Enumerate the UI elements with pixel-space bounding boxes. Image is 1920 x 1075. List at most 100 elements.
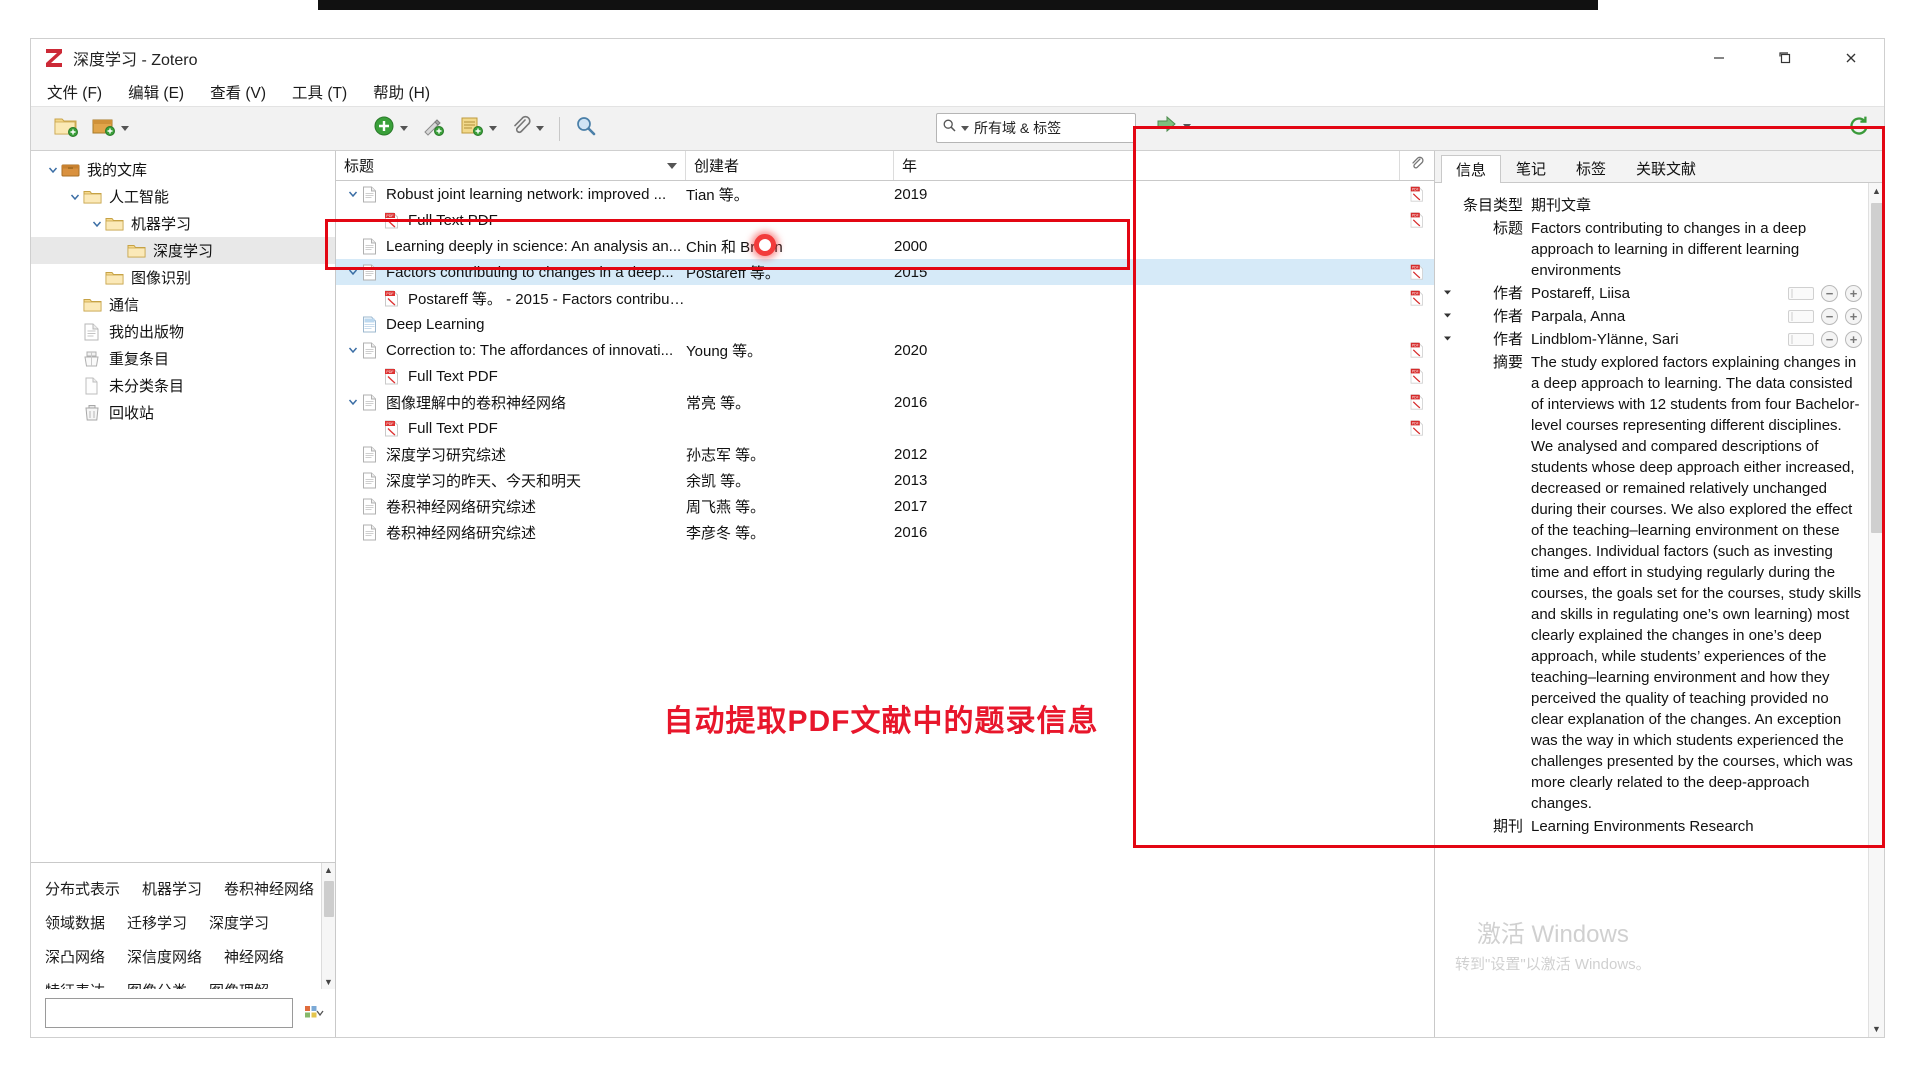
table-row[interactable]: 卷积神经网络研究综述 周飞燕 等。 2017 [336, 493, 1434, 519]
sidebar-item-image-recognition[interactable]: 图像识别 [31, 264, 335, 291]
sidebar-item-my-library[interactable]: 我的文库 [31, 156, 335, 183]
creator-mode-toggle[interactable] [1788, 287, 1814, 300]
creator-options-icon[interactable] [1439, 283, 1455, 304]
sidebar-item-ml[interactable]: 机器学习 [31, 210, 335, 237]
remove-creator-button[interactable]: − [1821, 308, 1838, 325]
chevron-down-icon[interactable] [344, 189, 362, 199]
advanced-search-button[interactable] [571, 113, 601, 145]
tag-chip[interactable]: 卷积神经网络 [224, 878, 314, 899]
scroll-up-icon[interactable]: ▲ [324, 863, 333, 877]
field-value[interactable]: Factors contributing to changes in a dee… [1531, 218, 1862, 281]
tab-tags[interactable]: 标签 [1561, 154, 1621, 182]
menu-help[interactable]: 帮助 (H) [371, 79, 432, 105]
table-row[interactable]: PDF Full Text PDF PDF [336, 207, 1434, 233]
tab-info[interactable]: 信息 [1441, 155, 1502, 183]
menu-file[interactable]: 文件 (F) [45, 79, 104, 105]
tag-chip[interactable]: 特征表达 [45, 980, 105, 990]
chevron-down-icon[interactable] [344, 345, 362, 355]
info-scrollbar[interactable]: ▲ ▼ [1868, 183, 1884, 1037]
column-creator[interactable]: 创建者 [686, 151, 894, 180]
creator-mode-toggle[interactable] [1788, 310, 1814, 323]
scroll-thumb[interactable] [1871, 203, 1883, 533]
sidebar-item-my-publications[interactable]: 我的出版物 [31, 318, 335, 345]
tag-chip[interactable]: 深凸网络 [45, 946, 105, 967]
new-note-button[interactable] [456, 113, 501, 145]
table-row[interactable]: Deep Learning [336, 311, 1434, 337]
sync-button[interactable] [1848, 115, 1870, 142]
tab-notes[interactable]: 笔记 [1501, 154, 1561, 182]
minimize-button[interactable] [1686, 39, 1752, 77]
tag-chip[interactable]: 神经网络 [224, 946, 284, 967]
field-value[interactable]: Postareff, Liisa [1531, 283, 1782, 304]
tag-chip[interactable]: 分布式表示 [45, 878, 120, 899]
chevron-down-icon[interactable] [344, 397, 362, 407]
search-scope-chevron-icon[interactable] [961, 125, 969, 131]
tag-scrollbar[interactable]: ▲ ▼ [321, 863, 335, 989]
tag-chip[interactable]: 迁移学习 [127, 912, 187, 933]
sidebar-item-ai[interactable]: 人工智能 [31, 183, 335, 210]
menu-edit[interactable]: 编辑 (E) [126, 79, 186, 105]
add-creator-button[interactable]: + [1845, 308, 1862, 325]
scroll-down-icon[interactable]: ▼ [324, 975, 333, 989]
items-list[interactable]: Robust joint learning network: improved … [336, 181, 1434, 1037]
field-value[interactable]: Learning Environments Research [1531, 816, 1862, 837]
chevron-down-icon[interactable] [89, 219, 105, 229]
table-row[interactable]: 卷积神经网络研究综述 李彦冬 等。 2016 [336, 519, 1434, 545]
add-by-identifier-button[interactable] [418, 113, 450, 145]
field-value[interactable]: The study explored factors explaining ch… [1531, 352, 1862, 814]
table-row[interactable]: Factors contributing to changes in a dee… [336, 259, 1434, 285]
chevron-down-icon[interactable] [67, 192, 83, 202]
sidebar-item-trash[interactable]: 回收站 [31, 399, 335, 426]
tag-chip[interactable]: 图像理解 [209, 980, 269, 990]
sidebar-item-communication[interactable]: 通信 [31, 291, 335, 318]
field-value[interactable]: 期刊文章 [1531, 195, 1862, 216]
add-creator-button[interactable]: + [1845, 285, 1862, 302]
locate-button[interactable] [1156, 115, 1191, 138]
sidebar-item-unfiled[interactable]: 未分类条目 [31, 372, 335, 399]
tag-filter-input[interactable] [45, 998, 293, 1028]
column-attachment[interactable] [1400, 151, 1434, 180]
scroll-down-icon[interactable]: ▼ [1869, 1021, 1884, 1037]
creator-mode-toggle[interactable] [1788, 333, 1814, 346]
tag-chip[interactable]: 深度学习 [209, 912, 269, 933]
new-collection-button[interactable] [50, 113, 82, 145]
search-input[interactable]: 所有域 & 标签 [974, 118, 1061, 138]
column-year[interactable]: 年 [894, 151, 1400, 180]
remove-creator-button[interactable]: − [1821, 331, 1838, 348]
column-title[interactable]: 标题 [336, 151, 686, 180]
field-value[interactable]: Parpala, Anna [1531, 306, 1782, 327]
field-value[interactable]: Lindblom-Ylänne, Sari [1531, 329, 1782, 350]
table-row[interactable]: Robust joint learning network: improved … [336, 181, 1434, 207]
sidebar-item-deep-learning[interactable]: 深度学习 [31, 237, 335, 264]
creator-options-icon[interactable] [1439, 306, 1455, 327]
new-item-button[interactable] [369, 113, 412, 145]
table-row[interactable]: 深度学习的昨天、今天和明天 余凯 等。 2013 [336, 467, 1434, 493]
tag-chip[interactable]: 机器学习 [142, 878, 202, 899]
table-row[interactable]: PDF Full Text PDF PDF [336, 415, 1434, 441]
chevron-down-icon[interactable] [344, 267, 362, 277]
creator-options-icon[interactable] [1439, 329, 1455, 350]
add-attachment-button[interactable] [507, 113, 548, 145]
menu-view[interactable]: 查看 (V) [208, 79, 268, 105]
tag-options-button[interactable] [301, 1000, 327, 1026]
scroll-thumb[interactable] [324, 881, 334, 917]
table-row[interactable]: PDF Postareff 等。 - 2015 - Factors contrib… [336, 285, 1434, 311]
add-creator-button[interactable]: + [1845, 331, 1862, 348]
table-row[interactable]: Correction to: The affordances of innova… [336, 337, 1434, 363]
tag-chip[interactable]: 领域数据 [45, 912, 105, 933]
maximize-button[interactable] [1752, 39, 1818, 77]
scroll-up-icon[interactable]: ▲ [1869, 183, 1884, 199]
table-row[interactable]: Learning deeply in science: An analysis … [336, 233, 1434, 259]
tab-related[interactable]: 关联文献 [1621, 154, 1711, 182]
table-row[interactable]: PDF Full Text PDF PDF [336, 363, 1434, 389]
chevron-down-icon[interactable] [45, 165, 61, 175]
close-button[interactable] [1818, 39, 1884, 77]
remove-creator-button[interactable]: − [1821, 285, 1838, 302]
search-box[interactable]: 所有域 & 标签 [936, 113, 1136, 143]
sidebar-item-duplicates[interactable]: 重复条目 [31, 345, 335, 372]
table-row[interactable]: 深度学习研究综述 孙志军 等。 2012 [336, 441, 1434, 467]
table-row[interactable]: 图像理解中的卷积神经网络 常亮 等。 2016 PDF [336, 389, 1434, 415]
menu-tools[interactable]: 工具 (T) [290, 79, 349, 105]
tag-chip[interactable]: 深信度网络 [127, 946, 202, 967]
new-library-button[interactable] [88, 113, 133, 145]
